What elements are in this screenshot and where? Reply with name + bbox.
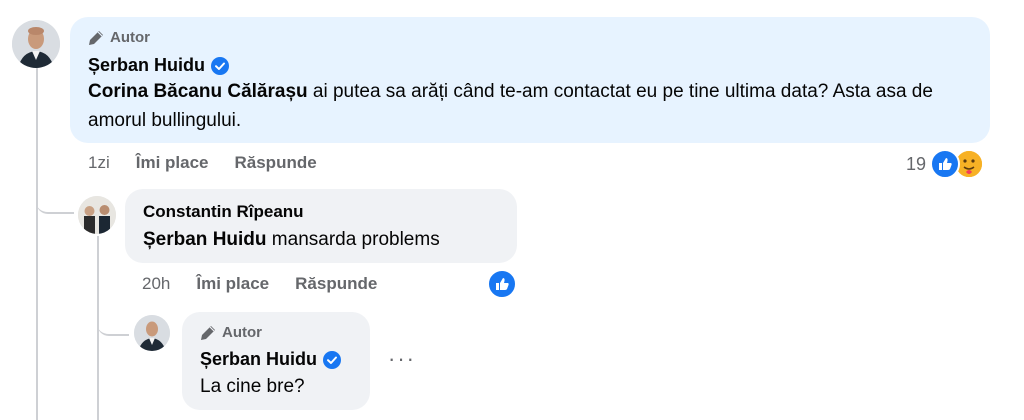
thread-connector-reply1 (36, 178, 74, 214)
reaction-count: 19 (906, 153, 927, 174)
author-badge-label: Autor (110, 29, 150, 46)
avatar[interactable] (12, 20, 60, 68)
comment-bubble-author: Autor Șerban Huidu Corina Băcanu Călăraș… (70, 17, 990, 143)
avatar[interactable] (78, 196, 116, 234)
comment-timestamp[interactable]: 1zi (88, 153, 110, 173)
verified-badge-icon (211, 56, 230, 75)
like-button[interactable]: Îmi place (196, 274, 269, 294)
like-icon[interactable] (487, 269, 517, 299)
comment-actions: 20h Îmi place Răspunde (142, 274, 377, 294)
comment-timestamp[interactable]: 20h (142, 274, 170, 294)
thread-connector-reply2 (97, 300, 129, 336)
comment-author-row: Șerban Huidu (88, 55, 230, 76)
like-button[interactable]: Îmi place (136, 153, 209, 173)
comment-body: mansarda problems (266, 229, 440, 250)
comment-author-name[interactable]: Șerban Huidu (200, 349, 317, 370)
thread-line-main (36, 68, 38, 420)
mention-link[interactable]: Șerban Huidu (143, 229, 267, 250)
author-badge-label: Autor (222, 324, 262, 341)
avatar-photo-constantin (78, 196, 116, 234)
comment-bubble-reply: Constantin Rîpeanu Șerban Huidu mansarda… (125, 189, 517, 263)
comment-author-name[interactable]: Constantin Rîpeanu (143, 202, 304, 222)
comment-bubble-reply: Autor Șerban Huidu La cine bre? (182, 312, 370, 410)
like-icon (930, 149, 961, 179)
comment-author-name[interactable]: Șerban Huidu (88, 55, 205, 76)
comment-text: La cine bre? (200, 376, 305, 397)
pen-icon (89, 30, 103, 45)
avatar[interactable] (134, 315, 170, 351)
avatar-photo-serban (12, 20, 60, 68)
comment-text: Șerban Huidu mansarda problems (143, 225, 440, 254)
pen-icon (201, 325, 215, 340)
verified-badge-icon (323, 350, 342, 369)
reaction-summary[interactable]: 19 (906, 149, 985, 179)
reply-button[interactable]: Răspunde (235, 153, 317, 173)
author-badge: Autor (200, 324, 262, 341)
more-options-button[interactable]: ··· (388, 346, 416, 372)
comment-actions: 1zi Îmi place Răspunde (88, 153, 317, 173)
avatar-photo-serban (134, 315, 170, 351)
mention-link[interactable]: Corina Băcanu Călărașu (88, 81, 308, 102)
author-badge: Autor (88, 29, 150, 46)
comment-author-row: Șerban Huidu (200, 349, 342, 370)
reply-button[interactable]: Răspunde (295, 274, 377, 294)
comment-text: Corina Băcanu Călărașu ai putea sa arăți… (88, 77, 968, 135)
